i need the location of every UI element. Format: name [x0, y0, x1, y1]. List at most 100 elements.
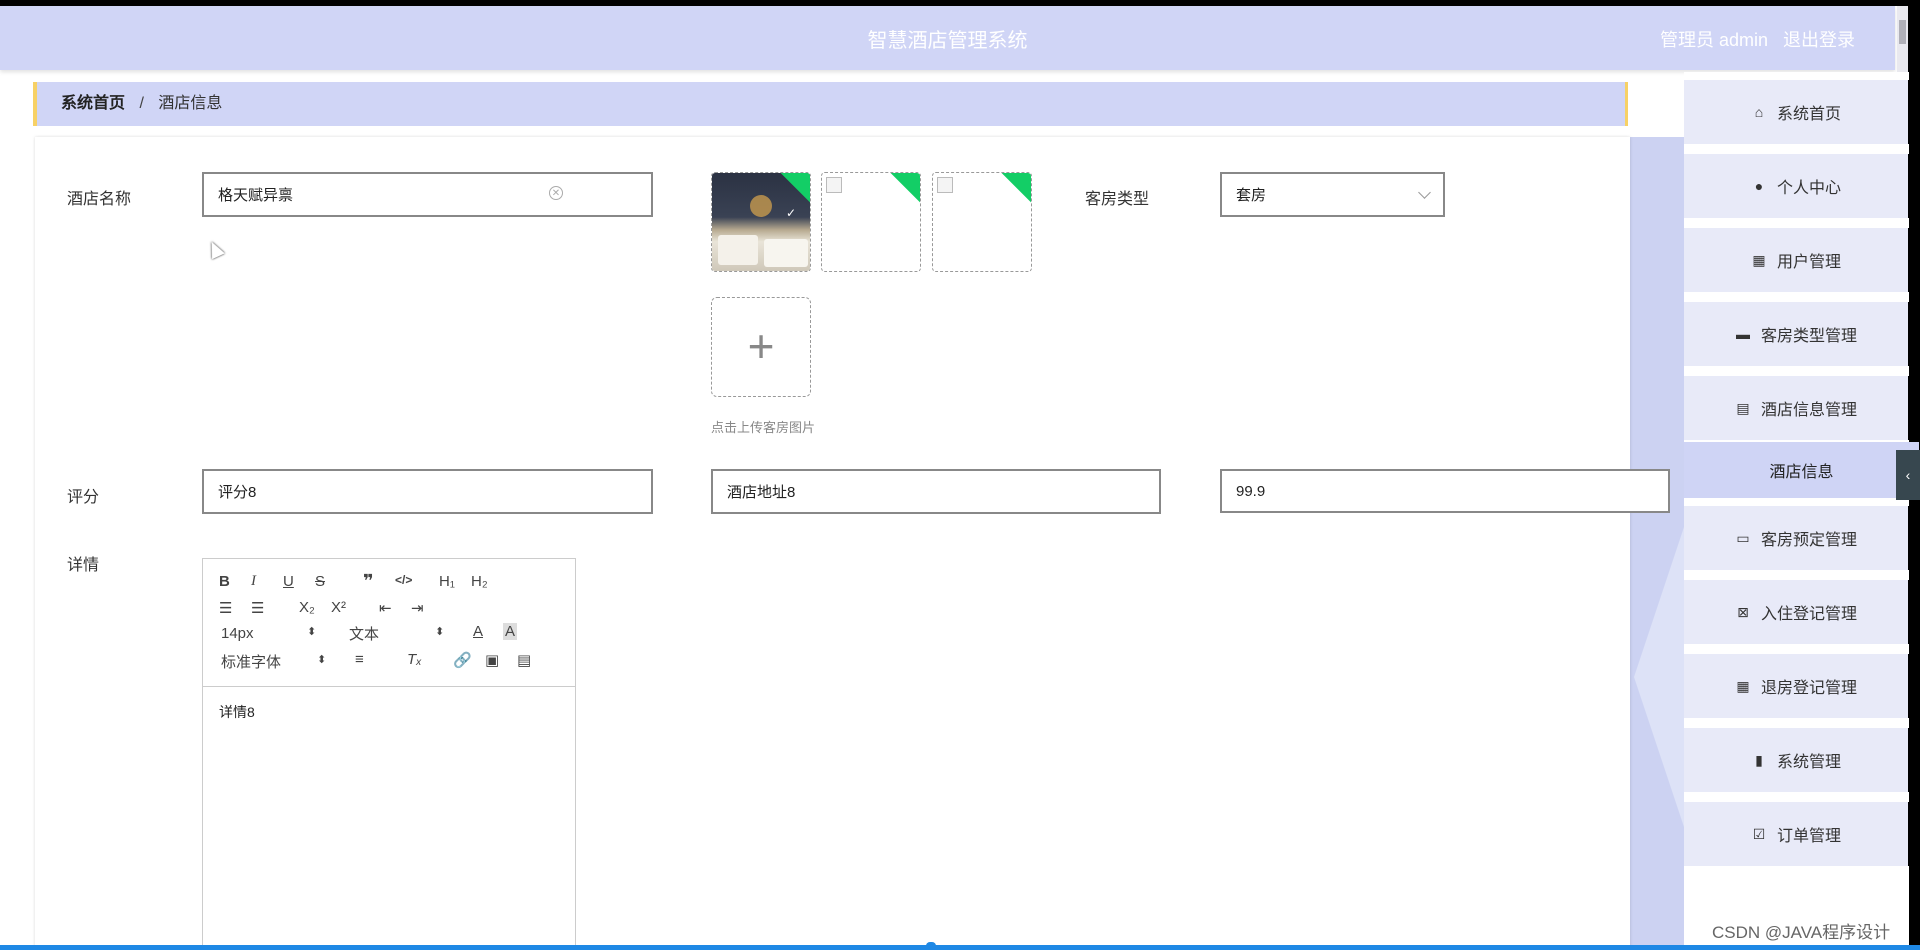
room-type-label: 客房类型	[1085, 191, 1150, 208]
sidebar-item-checkin[interactable]: ⊠ 入住登记管理	[1684, 580, 1920, 644]
bottom-progress-bar	[0, 942, 1920, 950]
link-icon[interactable]: 🔗	[453, 651, 472, 669]
sidebar-item-room-types[interactable]: ▬ 客房类型管理	[1684, 302, 1920, 366]
sidebar-item-home[interactable]: ⌂ 系统首页	[1684, 80, 1920, 144]
rich-text-editor[interactable]: B I U S ❞ </> H₁ H₂ ☰ ☰ X₂ X² ⇤ ⇥ 14px ⬍…	[202, 558, 576, 950]
subscript-icon[interactable]: X₂	[299, 599, 315, 616]
strikethrough-icon[interactable]: S	[315, 573, 325, 590]
sidebar-item-label: 系统管理	[1776, 754, 1841, 771]
indent-icon[interactable]: ⇥	[411, 599, 424, 617]
sidebar-menu: ⌂ 系统首页 ● 个人中心 ▦ 用户管理 ▬ 客房类型管理 ▤ 酒店信息管理 酒…	[1684, 72, 1920, 950]
image-icon[interactable]: ▣	[485, 651, 499, 669]
sidebar-item-hotel-info[interactable]: ▤ 酒店信息管理	[1684, 376, 1920, 440]
font-size-select[interactable]: 14px	[221, 625, 254, 642]
home-icon: ⌂	[1754, 104, 1764, 120]
bar-chart-icon: ▮	[1755, 751, 1763, 768]
clipboard-icon: ▤	[1736, 399, 1750, 416]
breadcrumb-home[interactable]: 系统首页	[61, 95, 125, 112]
price-value: 99.9	[1236, 482, 1266, 500]
sidebar-item-label: 入住登记管理	[1760, 606, 1857, 623]
logout-link[interactable]: 退出登录	[1783, 30, 1855, 50]
room-type-value: 套房	[1236, 187, 1267, 204]
updown-arrow-icon: ⬍	[317, 654, 327, 666]
rating-input[interactable]: 评分8	[202, 469, 653, 514]
background-color-icon[interactable]: A	[503, 623, 518, 640]
underline-icon[interactable]: U	[283, 573, 294, 590]
align-icon[interactable]: ≡	[355, 651, 364, 668]
h2-icon[interactable]: H₂	[471, 573, 488, 590]
detail-label: 详情	[67, 557, 100, 574]
rating-value: 评分8	[218, 484, 257, 501]
font-family-select[interactable]: 标准字体	[221, 651, 281, 672]
h1-icon[interactable]: H₁	[439, 573, 455, 590]
font-color-icon[interactable]: A	[473, 623, 483, 640]
briefcase-icon: ▬	[1735, 326, 1750, 342]
check-icon: ✓	[785, 206, 796, 220]
grid-icon: ▦	[1736, 677, 1750, 694]
sidebar-item-bookings[interactable]: ▭ 客房预定管理	[1684, 506, 1920, 570]
upload-success-badge	[887, 173, 920, 205]
sidebar-item-users[interactable]: ▦ 用户管理	[1684, 228, 1920, 292]
user-area: 管理员 admin 退出登录	[1650, 26, 1855, 52]
hotel-name-label: 酒店名称	[67, 191, 132, 208]
superscript-icon[interactable]: X²	[331, 599, 346, 616]
breadcrumb-separator: /	[139, 95, 144, 112]
chevron-left-icon: ‹	[1905, 467, 1911, 483]
editor-toolbar: B I U S ❞ </> H₁ H₂ ☰ ☰ X₂ X² ⇤ ⇥ 14px ⬍…	[203, 559, 575, 687]
grid-icon: ▦	[1752, 251, 1766, 268]
clear-format-icon[interactable]: Tₓ	[407, 651, 422, 668]
sidebar-item-label: 个人中心	[1776, 180, 1841, 197]
sidebar-item-orders[interactable]: ☑ 订单管理	[1684, 802, 1920, 866]
watermark: CSDN @JAVA程序设计	[1712, 923, 1891, 942]
rating-label: 评分	[67, 489, 100, 506]
updown-arrow-icon: ⬍	[307, 626, 317, 638]
broken-image-icon	[826, 177, 842, 193]
sidebar-item-label: 系统首页	[1776, 106, 1841, 123]
sidebar-item-profile[interactable]: ● 个人中心	[1684, 154, 1920, 218]
sidebar-subitem-hotel-info[interactable]: 酒店信息	[1684, 442, 1919, 498]
room-image-thumb-1[interactable]: ✓	[711, 172, 811, 272]
broken-image-icon	[937, 177, 953, 193]
outdent-icon[interactable]: ⇤	[379, 599, 392, 617]
hotel-name-input[interactable]: 格天赋异禀 ✕	[202, 172, 653, 217]
sidebar-item-system[interactable]: ▮ 系统管理	[1684, 728, 1920, 792]
upload-image-button[interactable]: +	[711, 297, 811, 397]
hotel-name-value: 格天赋异禀	[218, 187, 294, 204]
video-icon[interactable]: ▤	[517, 651, 531, 669]
sidebar-collapse-button[interactable]: ‹	[1896, 450, 1920, 500]
sidebar-item-label: 退房登记管理	[1760, 680, 1857, 697]
sidebar-item-label: 客房类型管理	[1760, 328, 1857, 345]
address-value: 酒店地址8	[727, 484, 796, 501]
editor-content[interactable]: 详情8	[219, 702, 255, 722]
breadcrumb: 系统首页 / 酒店信息	[33, 82, 1628, 126]
person-icon: ●	[1754, 178, 1764, 194]
content-background	[1626, 137, 1686, 950]
code-icon[interactable]: </>	[395, 573, 412, 587]
text-style-select[interactable]: 文本	[349, 623, 379, 644]
room-type-select[interactable]: 套房	[1220, 172, 1445, 217]
price-input[interactable]: 99.9	[1220, 469, 1670, 513]
sidebar-item-label: 用户管理	[1776, 254, 1841, 271]
address-input[interactable]: 酒店地址8	[711, 469, 1161, 514]
clear-icon[interactable]: ✕	[549, 186, 563, 200]
italic-icon[interactable]: I	[251, 573, 256, 590]
room-image-thumb-2[interactable]	[821, 172, 921, 272]
bold-icon[interactable]: B	[219, 573, 230, 590]
bullet-list-icon[interactable]: ☰	[251, 599, 264, 617]
sidebar-item-checkout[interactable]: ▦ 退房登记管理	[1684, 654, 1920, 718]
breadcrumb-current: 酒店信息	[158, 95, 223, 112]
scrollbar-thumb[interactable]	[1899, 20, 1906, 44]
sidebar-item-label: 客房预定管理	[1760, 532, 1857, 549]
clipboard-check-icon: ☑	[1752, 825, 1766, 842]
plus-icon: +	[747, 320, 775, 372]
app-header: 智慧酒店管理系统 管理员 admin 退出登录	[0, 6, 1895, 70]
room-image-thumb-3[interactable]	[932, 172, 1032, 272]
sidebar-item-label: 订单管理	[1776, 828, 1841, 845]
chevron-down-icon	[1418, 186, 1431, 199]
ordered-list-icon[interactable]: ☰	[219, 599, 232, 617]
app-title: 智慧酒店管理系统	[867, 30, 1028, 52]
clipboard-x-icon: ⊠	[1737, 603, 1749, 620]
upload-hint: 点击上传客房图片	[711, 420, 816, 435]
updown-arrow-icon: ⬍	[435, 626, 445, 638]
quote-icon[interactable]: ❞	[363, 571, 374, 592]
